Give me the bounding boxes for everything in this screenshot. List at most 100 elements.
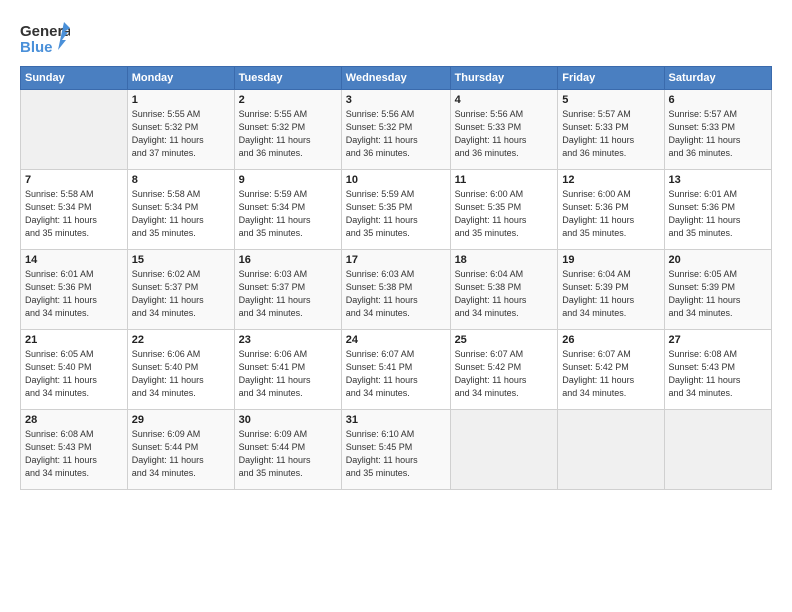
logo: General Blue [20,18,70,56]
calendar-cell: 25 Sunrise: 6:07 AM Sunset: 5:42 PM Dayli… [450,330,558,410]
day-number: 5 [562,94,659,106]
calendar-cell: 7 Sunrise: 5:58 AM Sunset: 5:34 PM Daylig… [21,170,128,250]
calendar-cell: 16 Sunrise: 6:03 AM Sunset: 5:37 PM Dayli… [234,250,341,330]
day-number: 4 [455,94,554,106]
calendar-cell [558,410,664,490]
calendar-cell: 31 Sunrise: 6:10 AM Sunset: 5:45 PM Dayli… [341,410,450,490]
calendar-cell: 28Sunrise: 6:08 AM Sunset: 5:43 PM Dayli… [21,410,128,490]
calendar-week-1: 1 Sunrise: 5:55 AM Sunset: 5:32 PM Daylig… [21,90,772,170]
logo-icon: General Blue [20,18,70,56]
day-number: 18 [455,254,554,266]
weekday-tuesday: Tuesday [234,67,341,90]
day-info: Sunrise: 5:55 AM Sunset: 5:32 PM Dayligh… [132,108,230,160]
calendar-cell: 13Sunrise: 6:01 AM Sunset: 5:36 PM Dayli… [664,170,771,250]
calendar-cell: 26 Sunrise: 6:07 AM Sunset: 5:42 PM Dayli… [558,330,664,410]
weekday-saturday: Saturday [664,67,771,90]
day-number: 16 [239,254,337,266]
page: General Blue SundayMondayTuesdayWednesda… [0,0,792,612]
calendar-cell: 21Sunrise: 6:05 AM Sunset: 5:40 PM Dayli… [21,330,128,410]
weekday-header-row: SundayMondayTuesdayWednesdayThursdayFrid… [21,67,772,90]
weekday-sunday: Sunday [21,67,128,90]
day-info: Sunrise: 6:03 AM Sunset: 5:38 PM Dayligh… [346,268,446,320]
day-info: Sunrise: 6:04 AM Sunset: 5:38 PM Dayligh… [455,268,554,320]
day-info: Sunrise: 6:10 AM Sunset: 5:45 PM Dayligh… [346,428,446,480]
calendar-cell: 10Sunrise: 5:59 AM Sunset: 5:35 PM Dayli… [341,170,450,250]
day-info: Sunrise: 6:07 AM Sunset: 5:42 PM Dayligh… [562,348,659,400]
day-number: 23 [239,334,337,346]
calendar-cell: 17Sunrise: 6:03 AM Sunset: 5:38 PM Dayli… [341,250,450,330]
day-info: Sunrise: 6:07 AM Sunset: 5:41 PM Dayligh… [346,348,446,400]
day-info: Sunrise: 5:57 AM Sunset: 5:33 PM Dayligh… [669,108,767,160]
calendar-cell: 15Sunrise: 6:02 AM Sunset: 5:37 PM Dayli… [127,250,234,330]
day-info: Sunrise: 5:56 AM Sunset: 5:32 PM Dayligh… [346,108,446,160]
day-number: 26 [562,334,659,346]
calendar-cell: 12Sunrise: 6:00 AM Sunset: 5:36 PM Dayli… [558,170,664,250]
day-number: 27 [669,334,767,346]
calendar-cell: 9 Sunrise: 5:59 AM Sunset: 5:34 PM Daylig… [234,170,341,250]
day-number: 3 [346,94,446,106]
calendar-cell: 24 Sunrise: 6:07 AM Sunset: 5:41 PM Dayli… [341,330,450,410]
calendar-cell: 23 Sunrise: 6:06 AM Sunset: 5:41 PM Dayli… [234,330,341,410]
day-number: 8 [132,174,230,186]
calendar-cell: 1 Sunrise: 5:55 AM Sunset: 5:32 PM Daylig… [127,90,234,170]
day-number: 1 [132,94,230,106]
calendar-cell [450,410,558,490]
day-info: Sunrise: 6:07 AM Sunset: 5:42 PM Dayligh… [455,348,554,400]
weekday-monday: Monday [127,67,234,90]
day-info: Sunrise: 5:55 AM Sunset: 5:32 PM Dayligh… [239,108,337,160]
day-info: Sunrise: 6:01 AM Sunset: 5:36 PM Dayligh… [25,268,123,320]
day-info: Sunrise: 6:05 AM Sunset: 5:40 PM Dayligh… [25,348,123,400]
day-info: Sunrise: 5:59 AM Sunset: 5:35 PM Dayligh… [346,188,446,240]
header: General Blue [20,18,772,56]
calendar-cell [664,410,771,490]
day-number: 12 [562,174,659,186]
day-info: Sunrise: 6:06 AM Sunset: 5:41 PM Dayligh… [239,348,337,400]
day-number: 7 [25,174,123,186]
calendar-cell: 5 Sunrise: 5:57 AM Sunset: 5:33 PM Daylig… [558,90,664,170]
day-info: Sunrise: 5:59 AM Sunset: 5:34 PM Dayligh… [239,188,337,240]
calendar-week-4: 21Sunrise: 6:05 AM Sunset: 5:40 PM Dayli… [21,330,772,410]
day-number: 31 [346,414,446,426]
day-number: 19 [562,254,659,266]
calendar-cell: 6 Sunrise: 5:57 AM Sunset: 5:33 PM Daylig… [664,90,771,170]
day-number: 2 [239,94,337,106]
day-info: Sunrise: 5:58 AM Sunset: 5:34 PM Dayligh… [25,188,123,240]
day-number: 25 [455,334,554,346]
day-info: Sunrise: 6:08 AM Sunset: 5:43 PM Dayligh… [25,428,123,480]
weekday-friday: Friday [558,67,664,90]
calendar-table: SundayMondayTuesdayWednesdayThursdayFrid… [20,66,772,490]
calendar-week-5: 28Sunrise: 6:08 AM Sunset: 5:43 PM Dayli… [21,410,772,490]
day-info: Sunrise: 6:02 AM Sunset: 5:37 PM Dayligh… [132,268,230,320]
day-info: Sunrise: 6:01 AM Sunset: 5:36 PM Dayligh… [669,188,767,240]
weekday-thursday: Thursday [450,67,558,90]
calendar-week-2: 7 Sunrise: 5:58 AM Sunset: 5:34 PM Daylig… [21,170,772,250]
day-info: Sunrise: 6:03 AM Sunset: 5:37 PM Dayligh… [239,268,337,320]
day-info: Sunrise: 5:56 AM Sunset: 5:33 PM Dayligh… [455,108,554,160]
calendar-cell: 22Sunrise: 6:06 AM Sunset: 5:40 PM Dayli… [127,330,234,410]
calendar-cell: 30 Sunrise: 6:09 AM Sunset: 5:44 PM Dayli… [234,410,341,490]
calendar-cell [21,90,128,170]
calendar-cell: 3 Sunrise: 5:56 AM Sunset: 5:32 PM Daylig… [341,90,450,170]
day-info: Sunrise: 5:58 AM Sunset: 5:34 PM Dayligh… [132,188,230,240]
day-info: Sunrise: 6:09 AM Sunset: 5:44 PM Dayligh… [239,428,337,480]
svg-text:Blue: Blue [20,39,53,56]
day-info: Sunrise: 6:00 AM Sunset: 5:35 PM Dayligh… [455,188,554,240]
day-number: 6 [669,94,767,106]
day-info: Sunrise: 5:57 AM Sunset: 5:33 PM Dayligh… [562,108,659,160]
day-info: Sunrise: 6:09 AM Sunset: 5:44 PM Dayligh… [132,428,230,480]
weekday-wednesday: Wednesday [341,67,450,90]
day-number: 24 [346,334,446,346]
calendar-cell: 4 Sunrise: 5:56 AM Sunset: 5:33 PM Daylig… [450,90,558,170]
calendar-cell: 8 Sunrise: 5:58 AM Sunset: 5:34 PM Daylig… [127,170,234,250]
calendar-cell: 14Sunrise: 6:01 AM Sunset: 5:36 PM Dayli… [21,250,128,330]
day-info: Sunrise: 6:05 AM Sunset: 5:39 PM Dayligh… [669,268,767,320]
day-number: 30 [239,414,337,426]
calendar-cell: 19Sunrise: 6:04 AM Sunset: 5:39 PM Dayli… [558,250,664,330]
day-number: 9 [239,174,337,186]
day-info: Sunrise: 6:08 AM Sunset: 5:43 PM Dayligh… [669,348,767,400]
day-number: 29 [132,414,230,426]
calendar-cell: 2 Sunrise: 5:55 AM Sunset: 5:32 PM Daylig… [234,90,341,170]
day-info: Sunrise: 6:06 AM Sunset: 5:40 PM Dayligh… [132,348,230,400]
day-number: 11 [455,174,554,186]
calendar-cell: 29 Sunrise: 6:09 AM Sunset: 5:44 PM Dayli… [127,410,234,490]
